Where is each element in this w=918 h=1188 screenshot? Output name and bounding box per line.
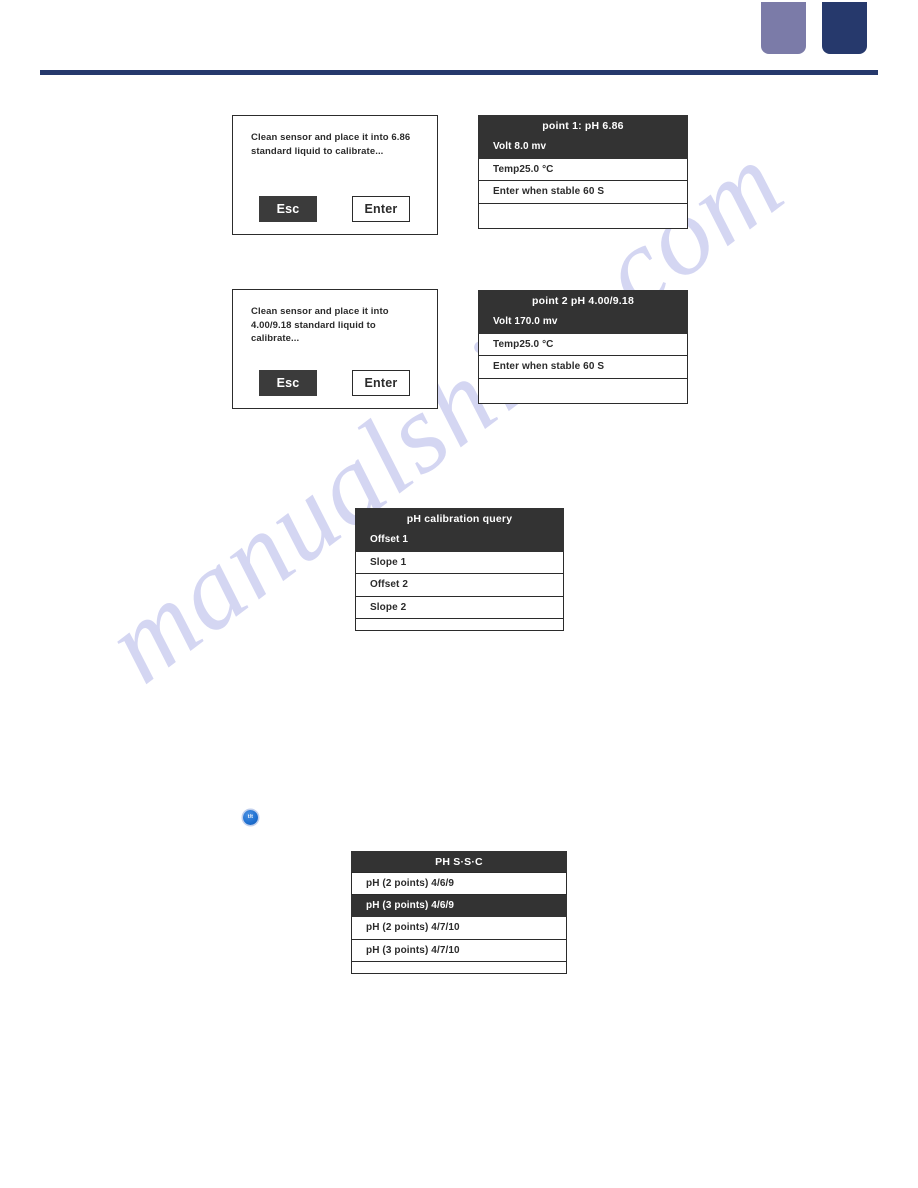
panel-point1-title: point 1: pH 6.86 bbox=[478, 115, 688, 136]
panel-ph-ssc-row-3points-4710[interactable]: pH (3 points) 4/7/10 bbox=[351, 939, 567, 962]
panel-ph-calibration-query: pH calibration query Offset 1 Slope 1 Of… bbox=[355, 508, 564, 631]
esc-button-point2[interactable]: Esc bbox=[259, 370, 317, 396]
panel-ph-ssc-row-3points-469[interactable]: pH (3 points) 4/6/9 bbox=[351, 894, 567, 917]
panel-point2-row-volt[interactable]: Volt 170.0 mv bbox=[478, 311, 688, 334]
panel-point1-row-volt[interactable]: Volt 8.0 mv bbox=[478, 136, 688, 159]
panel-point1: point 1: pH 6.86 Volt 8.0 mv Temp25.0 °C… bbox=[478, 115, 688, 229]
header-color-block-light bbox=[761, 2, 806, 54]
esc-button-point1[interactable]: Esc bbox=[259, 196, 317, 222]
panel-point1-row-temp[interactable]: Temp25.0 °C bbox=[478, 158, 688, 181]
enter-button-point2[interactable]: Enter bbox=[352, 370, 410, 396]
panel-point2-row-stable[interactable]: Enter when stable 60 S bbox=[478, 356, 688, 379]
header-divider-rule bbox=[40, 70, 878, 75]
panel-calibration-query-title: pH calibration query bbox=[355, 508, 564, 529]
dialog-clean-sensor-point1: Clean sensor and place it into 6.86 stan… bbox=[232, 115, 438, 235]
panel-ph-ssc-row-blank bbox=[351, 962, 567, 974]
panel-calibration-query-row-blank bbox=[355, 619, 564, 631]
watermark-badge-label: t/t bbox=[247, 814, 254, 820]
enter-button-point1[interactable]: Enter bbox=[352, 196, 410, 222]
panel-point1-row-stable[interactable]: Enter when stable 60 S bbox=[478, 181, 688, 204]
dialog-buttons-point1: Esc Enter bbox=[233, 196, 437, 222]
dialog-clean-sensor-point2: Clean sensor and place it into 4.00/9.18… bbox=[232, 289, 438, 409]
panel-ph-ssc-title: PH S·S·C bbox=[351, 851, 567, 872]
panel-point2-row-blank bbox=[478, 378, 688, 404]
panel-calibration-query-row-offset1[interactable]: Offset 1 bbox=[355, 529, 564, 552]
panel-ph-ssc-row-2points-469[interactable]: pH (2 points) 4/6/9 bbox=[351, 872, 567, 895]
panel-point2: point 2 pH 4.00/9.18 Volt 170.0 mv Temp2… bbox=[478, 290, 688, 404]
dialog-buttons-point2: Esc Enter bbox=[233, 370, 437, 396]
dialog-message-point2: Clean sensor and place it into 4.00/9.18… bbox=[251, 306, 389, 344]
panel-point2-title: point 2 pH 4.00/9.18 bbox=[478, 290, 688, 311]
panel-ph-ssc-row-2points-4710[interactable]: pH (2 points) 4/7/10 bbox=[351, 917, 567, 940]
header-color-block-dark bbox=[822, 2, 867, 54]
panel-calibration-query-row-offset2[interactable]: Offset 2 bbox=[355, 574, 564, 597]
watermark-badge-icon: t/t bbox=[243, 810, 258, 825]
panel-ph-ssc: PH S·S·C pH (2 points) 4/6/9 pH (3 point… bbox=[351, 851, 567, 974]
panel-calibration-query-row-slope1[interactable]: Slope 1 bbox=[355, 551, 564, 574]
page-header bbox=[0, 0, 918, 90]
dialog-message-point1: Clean sensor and place it into 6.86 stan… bbox=[251, 132, 411, 157]
panel-point1-row-blank bbox=[478, 203, 688, 229]
panel-calibration-query-row-slope2[interactable]: Slope 2 bbox=[355, 596, 564, 619]
panel-point2-row-temp[interactable]: Temp25.0 °C bbox=[478, 333, 688, 356]
